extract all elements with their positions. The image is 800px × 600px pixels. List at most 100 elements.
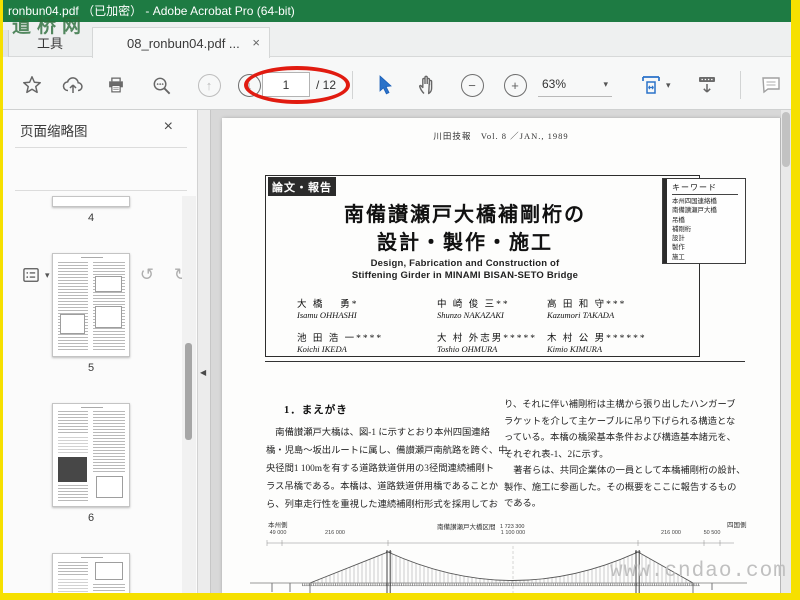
- hand-tool-button[interactable]: [414, 72, 440, 98]
- acrobat-window: ronbun04.pdf （已加密） - Adobe Acrobat Pro (…: [0, 0, 800, 600]
- figure-dim: 50 500: [703, 530, 721, 536]
- author-name-jp: 木 村 公 男******: [547, 334, 647, 344]
- printer-icon: [109, 77, 123, 93]
- body-line: それぞれ表-1、2に示す。: [504, 449, 609, 460]
- tab-document[interactable]: 08_ronbun04.pdf ... ×: [92, 27, 270, 58]
- share-upload-button[interactable]: [60, 72, 86, 98]
- panel-splitter[interactable]: ◀: [197, 110, 211, 593]
- document-scrollbar-track[interactable]: [781, 110, 791, 593]
- article-subtitle-line2: Stiffening Girder in MINAMI BISAN-SETO B…: [351, 270, 579, 281]
- thumb-decor: [81, 407, 103, 408]
- body-line: 橋・児島～坂出ルートに属し、備讃瀬戸南航路を跨ぐ、中: [266, 446, 508, 456]
- thumbnail-options-button[interactable]: [19, 262, 43, 288]
- highlight-border-left: [0, 0, 3, 600]
- figure-dim: 216 000: [661, 530, 681, 536]
- thumbnails-scrollbar-track[interactable]: [182, 196, 196, 593]
- figure-span-title: 南備讃瀬戸大橋区間: [437, 524, 496, 531]
- thumbnail-page-4[interactable]: [52, 196, 130, 207]
- figure-dim: 1 100 000: [500, 530, 526, 536]
- body-line: り、それに伴い補剛桁は主構から張り出したハンガーブ: [504, 400, 736, 410]
- rotate-ccw-icon: ↺: [139, 265, 155, 285]
- tab-close-icon[interactable]: ×: [252, 35, 260, 50]
- collapse-panel-icon[interactable]: ◀: [200, 368, 206, 377]
- zoom-level-value: 63%: [542, 77, 567, 91]
- favorite-star-button[interactable]: [19, 72, 45, 98]
- keywords-header: キーワード: [672, 182, 738, 195]
- thumb-decor: [81, 257, 103, 258]
- body-line: である。: [504, 499, 542, 509]
- pdf-page[interactable]: 川田技報 Vol. 8 ／JAN., 1989 論文・報告 南備讃瀬戸大橋補剛桁…: [222, 118, 781, 593]
- thumb-decor: [58, 579, 88, 593]
- body-line: ラス吊橋である。本橋は、道路鉄道併用橋であることか: [266, 482, 499, 492]
- fit-width-button[interactable]: [638, 72, 664, 98]
- options-list-icon: [23, 268, 39, 282]
- keywords-box: キーワード 本州四国連絡橋 南備讃瀬戸大橋 吊橋 補剛桁 設計 製作 施工: [662, 178, 746, 264]
- tab-bar: 工具 08_ronbun04.pdf ... ×: [0, 22, 800, 58]
- window-titlebar[interactable]: ronbun04.pdf （已加密） - Adobe Acrobat Pro (…: [0, 0, 800, 22]
- article-subtitle-line1: Design, Fabrication and Construction of: [370, 258, 560, 269]
- star-icon: [23, 76, 41, 94]
- keywords-list: 本州四国連絡橋 南備讃瀬戸大橋 吊橋 補剛桁 設計 製作 施工: [672, 197, 717, 262]
- comment-bubble-icon: [762, 77, 780, 94]
- thumb-decor: [96, 476, 123, 498]
- search-button[interactable]: [148, 72, 174, 98]
- article-title-line1: 南備讃瀬戸大橋補剛桁の: [344, 204, 586, 226]
- author-name-jp: 大 橋 勇*: [297, 300, 359, 310]
- document-viewer[interactable]: 川田技報 Vol. 8 ／JAN., 1989 論文・報告 南備讃瀬戸大橋補剛桁…: [211, 110, 791, 593]
- document-scrollbar-thumb[interactable]: [782, 112, 790, 167]
- author: 高 田 和 守*** Kazumori TAKADA: [547, 296, 682, 320]
- panel-divider: [15, 147, 187, 148]
- keyword: 吊橋: [672, 216, 685, 224]
- keyword: 製作: [672, 244, 685, 252]
- thumbnail-page-5[interactable]: [52, 253, 130, 357]
- section-heading: 1．まえがき: [284, 405, 348, 416]
- fit-width-chevron-icon[interactable]: ▾: [666, 80, 671, 91]
- previous-page-button[interactable]: ↑: [196, 72, 222, 98]
- thumbnail-label-4: 4: [87, 212, 95, 224]
- print-button[interactable]: [103, 72, 129, 98]
- thumbnail-page-6[interactable]: [52, 403, 130, 507]
- author-name-jp: 池 田 浩 一****: [297, 334, 384, 344]
- arrow-up-icon: ↑: [197, 73, 221, 97]
- journal-header-line: 川田技報 Vol. 8 ／JAN., 1989: [433, 131, 569, 141]
- options-chevron-icon[interactable]: ▾: [45, 270, 50, 281]
- thumbnails-panel-title: 页面缩略图: [20, 124, 88, 139]
- figure-dim: 49 000: [269, 530, 287, 536]
- select-tool-button[interactable]: [372, 72, 398, 98]
- thumb-decor: [58, 437, 88, 455]
- hand-icon: [418, 75, 433, 95]
- panel-close-icon[interactable]: ×: [164, 118, 173, 136]
- fit-width-icon: [642, 76, 660, 94]
- tab-document-label: 08_ronbun04.pdf ...: [127, 35, 240, 51]
- thumbnails-panel: 页面缩略图 × ▾ ↺ ↻ 4 5 6: [3, 110, 197, 593]
- authors-block: 大 橋 勇* Isamu OHHASHI 中 崎 俊 三** Shunzo NAKA…: [297, 296, 677, 360]
- thumbnail-page-7[interactable]: [52, 553, 130, 593]
- tab-home-partial[interactable]: [3, 30, 9, 57]
- author-name-en: Kazumori TAKADA: [547, 310, 615, 320]
- thumb-decor: [95, 562, 123, 580]
- zoom-out-button[interactable]: −: [459, 72, 485, 98]
- body-line: 製作、施工に参画した。その概要をここに報告するもの: [504, 482, 737, 493]
- body-line: ら、列車走行性を重視した連続補剛桁形式を採用してお: [266, 500, 498, 510]
- author-name-en: Koichi IKEDA: [297, 344, 347, 354]
- thumb-decor: [95, 306, 122, 328]
- thumbnails-scrollbar-thumb[interactable]: [185, 343, 192, 440]
- figure-label-honshu: 本州側: [268, 522, 288, 529]
- thumb-decor: [58, 485, 88, 501]
- page-scrolling-button[interactable]: [694, 72, 720, 98]
- figure-label-shikoku: 四国側: [727, 522, 747, 529]
- body-line: 央径間1 100mを有する道路鉄道併用の3径間連続補剛ト: [266, 464, 495, 474]
- watermark-cndao: www.cndao.com: [610, 560, 787, 583]
- keyword: 南備讃瀬戸大橋: [672, 207, 717, 215]
- body-line: 著者らは、共同企業体の一員として本橋補剛桁の設計、: [504, 466, 746, 476]
- zoom-in-button[interactable]: +: [502, 72, 528, 98]
- comment-button[interactable]: [758, 72, 784, 98]
- rotate-ccw-button[interactable]: ↺: [135, 262, 159, 288]
- zoom-level-dropdown[interactable]: 63% ▾: [538, 72, 612, 97]
- author: 池 田 浩 一**** Koichi IKEDA: [297, 330, 432, 354]
- article-title-line2: 設計・製作・施工: [377, 232, 553, 254]
- body-column-left: 南備讃瀬戸大橋は、図-1 に示すとおり本州四国連絡 橋・児島～坂出ルートに属し、…: [266, 424, 508, 514]
- toolbar-separator: [740, 71, 741, 99]
- author: 大 橋 勇* Isamu OHHASHI: [297, 296, 432, 320]
- toolbar-separator: [352, 71, 353, 99]
